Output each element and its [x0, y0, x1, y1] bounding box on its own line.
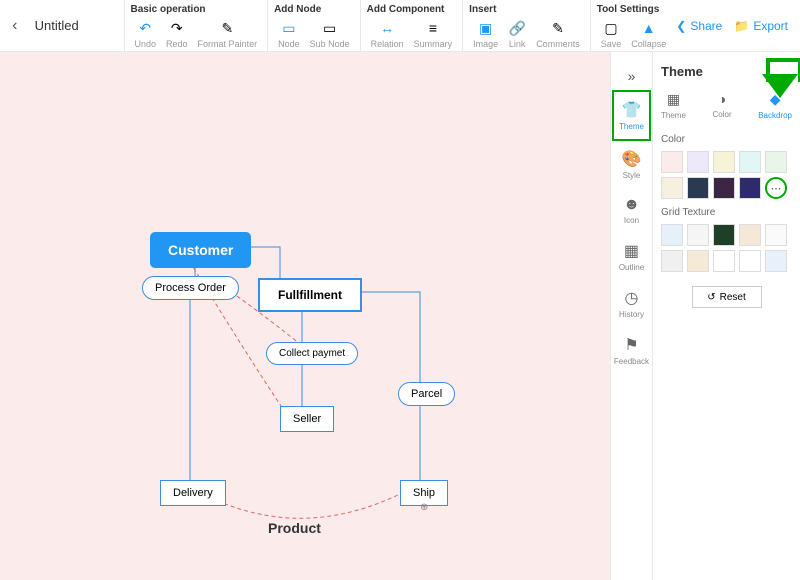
node-seller[interactable]: Seller — [280, 406, 334, 432]
reset-button[interactable]: ↺Reset — [692, 286, 762, 308]
tool-sub-node[interactable]: ▭Sub Node — [306, 19, 354, 49]
link-icon: 🔗 — [508, 19, 526, 37]
comments-icon: ✎ — [549, 19, 567, 37]
style-icon: 🎨 — [622, 149, 642, 169]
collapse-panel-button[interactable]: » — [622, 62, 642, 90]
relation-icon: ↔ — [378, 19, 396, 37]
texture-swatch-1[interactable] — [687, 224, 709, 246]
tool-group: Tool Settings▢Save▲Collapse — [590, 0, 677, 51]
color-swatch-0[interactable] — [661, 151, 683, 173]
tool-collapse[interactable]: ▲Collapse — [627, 19, 670, 49]
texture-swatch-4[interactable] — [765, 224, 787, 246]
color-section-label: Color — [661, 134, 792, 145]
texture-swatch-2[interactable] — [713, 224, 735, 246]
theme-tab-icon: ▦ — [667, 91, 680, 108]
color-swatch-3[interactable] — [739, 177, 761, 199]
collapse-icon: ▲ — [640, 19, 658, 37]
tool-group: Basic operation↶Undo↷Redo✎Format Painter — [124, 0, 268, 51]
texture-swatch-4[interactable] — [765, 250, 787, 272]
undo-icon: ↶ — [136, 19, 154, 37]
tool-group-title: Insert — [469, 4, 584, 19]
tool-undo[interactable]: ↶Undo — [131, 19, 161, 49]
texture-swatch-3[interactable] — [739, 224, 761, 246]
save-icon: ▢ — [602, 19, 620, 37]
color-tab-icon: ◑ — [718, 91, 726, 107]
color-swatch-2[interactable] — [713, 177, 735, 199]
back-button[interactable]: ‹ — [0, 0, 30, 51]
sidebar-tab-theme[interactable]: 👕Theme — [612, 90, 651, 141]
theme-panel: Theme ▦Theme◑Color◆Backdrop Color ⋯ Grid… — [652, 52, 800, 580]
texture-swatch-0[interactable] — [661, 250, 683, 272]
color-swatch-0[interactable] — [661, 177, 683, 199]
sidebar-tab-outline[interactable]: ▦Outline — [612, 233, 651, 280]
tool-group: Add Node▭Node▭Sub Node — [267, 0, 360, 51]
toolbar-groups: Basic operation↶Undo↷Redo✎Format Painter… — [124, 0, 677, 51]
more-colors-button[interactable]: ⋯ — [765, 177, 787, 199]
redo-icon: ↷ — [168, 19, 186, 37]
tool-image[interactable]: ▣Image — [469, 19, 502, 49]
color-swatch-3[interactable] — [739, 151, 761, 173]
sidebar-tab-style[interactable]: 🎨Style — [612, 141, 651, 188]
node-icon: ▭ — [280, 19, 298, 37]
icon-icon: ☻ — [623, 196, 640, 214]
tool-group-title: Add Component — [367, 4, 457, 19]
canvas[interactable]: Customer Process Order Fullfillment Coll… — [0, 52, 610, 580]
add-child-icon[interactable]: ⊕ — [420, 502, 428, 513]
label-product: Product — [268, 520, 321, 536]
image-icon: ▣ — [477, 19, 495, 37]
node-delivery[interactable]: Delivery — [160, 480, 226, 506]
tool-group: Insert▣Image🔗Link✎Comments — [462, 0, 590, 51]
texture-swatch-2[interactable] — [713, 250, 735, 272]
theme-icon: 👕 — [622, 100, 642, 120]
tool-group: Add Component↔Relation≡Summary — [360, 0, 463, 51]
tool-group-title: Basic operation — [131, 4, 262, 19]
summary-icon: ≡ — [424, 19, 442, 37]
tool-group-title: Add Node — [274, 4, 354, 19]
tool-save[interactable]: ▢Save — [597, 19, 626, 49]
outline-icon: ▦ — [624, 241, 639, 261]
tool-group-title: Tool Settings — [597, 4, 671, 19]
sidebar: » 👕Theme🎨Style☻Icon▦Outline◷History⚑Feed… — [610, 52, 652, 580]
node-parcel[interactable]: Parcel — [398, 382, 455, 406]
color-swatch-4[interactable] — [765, 151, 787, 173]
node-collect-payment[interactable]: Collect paymet — [266, 342, 358, 365]
sidebar-tab-feedback[interactable]: ⚑Feedback — [612, 327, 651, 374]
sub-node-icon: ▭ — [321, 19, 339, 37]
share-button[interactable]: ❮Share — [676, 19, 722, 33]
tool-summary[interactable]: ≡Summary — [410, 19, 457, 49]
tool-redo[interactable]: ↷Redo — [162, 19, 192, 49]
sidebar-tab-history[interactable]: ◷History — [612, 280, 651, 327]
history-icon: ◷ — [625, 288, 639, 308]
texture-swatch-3[interactable] — [739, 250, 761, 272]
texture-section-label: Grid Texture — [661, 207, 792, 218]
sidebar-tab-icon[interactable]: ☻Icon — [612, 188, 651, 233]
node-customer[interactable]: Customer — [150, 232, 251, 268]
format-painter-icon: ✎ — [218, 19, 236, 37]
color-swatch-1[interactable] — [687, 177, 709, 199]
color-swatch-1[interactable] — [687, 151, 709, 173]
document-title[interactable]: Untitled — [30, 0, 124, 51]
texture-swatch-1[interactable] — [687, 250, 709, 272]
node-process-order[interactable]: Process Order — [142, 276, 239, 300]
tool-node[interactable]: ▭Node — [274, 19, 304, 49]
color-swatch-2[interactable] — [713, 151, 735, 173]
tool-comments[interactable]: ✎Comments — [532, 19, 584, 49]
texture-swatch-0[interactable] — [661, 224, 683, 246]
feedback-icon: ⚑ — [624, 335, 638, 355]
tool-link[interactable]: 🔗Link — [504, 19, 530, 49]
annotation-arrow — [770, 76, 790, 96]
tool-relation[interactable]: ↔Relation — [367, 19, 408, 49]
node-fullfillment[interactable]: Fullfillment — [258, 278, 362, 312]
export-button[interactable]: 📁Export — [734, 19, 788, 33]
panel-tab-theme[interactable]: ▦Theme — [661, 91, 686, 120]
tool-format-painter[interactable]: ✎Format Painter — [194, 19, 262, 49]
panel-tab-color[interactable]: ◑Color — [712, 91, 731, 120]
